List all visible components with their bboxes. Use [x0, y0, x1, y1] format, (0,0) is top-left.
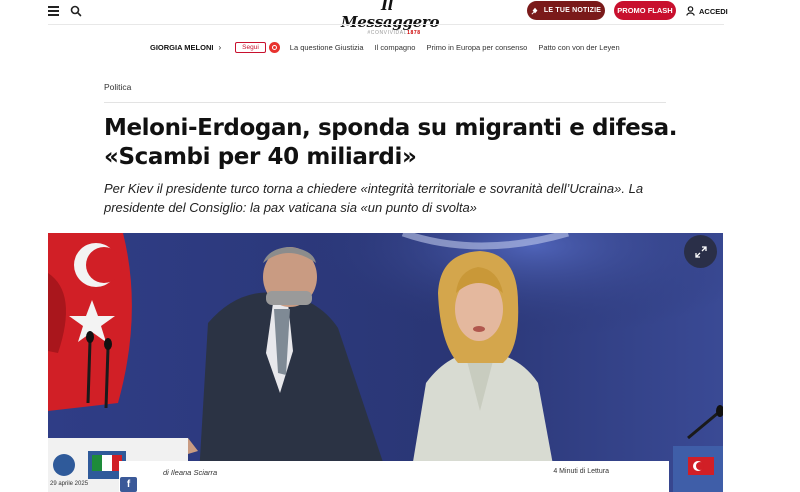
your-news-label: LE TUE NOTIZIE [543, 7, 602, 14]
topic-link-europa[interactable]: Primo in Europa per consenso [426, 43, 527, 52]
login-link[interactable]: ACCEDI [686, 5, 728, 17]
facebook-share-button[interactable]: f [120, 477, 137, 492]
article-subheadline: Per Kiev il presidente turco torna a chi… [104, 181, 644, 215]
article-headline: Meloni-Erdogan, sponda su migranti e dif… [104, 115, 678, 170]
site-header: Il Messaggero #CONVIVIDAL1878 LE TUE NOT… [0, 0, 800, 36]
follow-notification-icon[interactable] [268, 41, 280, 53]
read-time: 4 Minuti di Lettura [553, 468, 609, 475]
site-logo[interactable]: Il Messaggero #CONVIVIDAL1878 [341, 0, 439, 36]
author-byline[interactable]: di Ileana Sciarra [163, 468, 217, 477]
logo-name: Il Messaggero [341, 0, 440, 31]
topic-link-giustizia[interactable]: La questione Giustizia [290, 43, 364, 52]
bell-icon [531, 7, 538, 15]
logo-tagline: #CONVIVIDAL1878 [367, 30, 421, 36]
user-icon [686, 6, 695, 16]
topic-nav: GIORGIA MELONI › Segui La questione Gius… [150, 39, 631, 55]
hero-photo-illustration: 29 aprile 2025 [48, 233, 723, 492]
promo-flash-button[interactable]: PROMO FLASH [614, 1, 676, 20]
section-label[interactable]: Politica [104, 82, 131, 92]
facebook-icon: f [126, 479, 131, 490]
hamburger-icon[interactable] [48, 6, 59, 16]
topic-link-compagno[interactable]: Il compagno [375, 43, 416, 52]
topic-link-von-der-leyen[interactable]: Patto con von der Leyen [538, 43, 619, 52]
promo-flash-label: PROMO FLASH [617, 6, 673, 15]
topic-main-link[interactable]: GIORGIA MELONI [150, 43, 213, 52]
hero-photo[interactable]: 29 aprile 2025 [48, 233, 723, 492]
login-label: ACCEDI [699, 6, 728, 16]
photo-date-text: 29 aprile 2025 [50, 481, 89, 487]
expand-photo-button[interactable] [684, 235, 717, 268]
your-news-button[interactable]: LE TUE NOTIZIE [527, 1, 605, 20]
header-divider [48, 24, 724, 25]
byline-card: f di Ileana Sciarra 4 Minuti di Lettura [119, 461, 669, 492]
section-divider [104, 102, 666, 103]
expand-icon [694, 245, 707, 258]
chevron-right-icon: › [218, 42, 222, 52]
search-icon[interactable] [70, 5, 82, 17]
follow-button[interactable]: Segui [235, 41, 266, 53]
